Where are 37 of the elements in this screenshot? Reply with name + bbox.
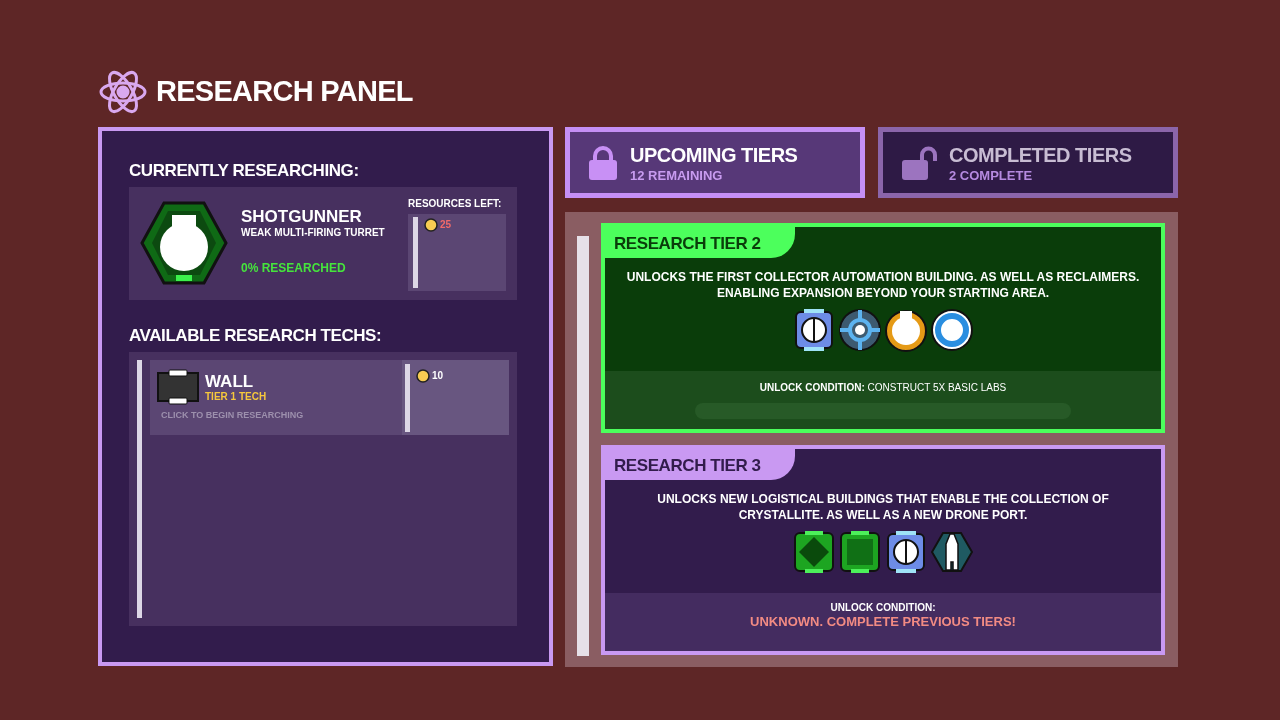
unlock-condition: UNLOCK CONDITION: CONSTRUCT 5X BASIC LABS xyxy=(759,381,1007,395)
tech-cost: 10 xyxy=(432,369,444,383)
lab-icon xyxy=(884,530,928,574)
resources-label: RESOURCES LEFT: xyxy=(408,197,503,211)
coin-icon xyxy=(416,368,430,383)
drone-port-icon xyxy=(930,530,974,574)
section-heading: CURRENTLY RESEARCHING: xyxy=(129,160,360,182)
unlock-value: UNKNOWN. COMPLETE PREVIOUS TIERS! xyxy=(750,614,1016,630)
tech-description: WEAK MULTI-FIRING TURRET xyxy=(241,227,386,239)
tier-label: TIER 1 TECH xyxy=(205,390,267,403)
scrollbar xyxy=(405,364,410,432)
panel-title: RESEARCH PANEL xyxy=(156,74,413,110)
flask-turret-icon xyxy=(884,308,928,352)
unlocked-lock-icon xyxy=(901,144,937,181)
wall-icon xyxy=(157,369,199,405)
lab-icon xyxy=(792,308,836,352)
ring-icon xyxy=(930,308,974,352)
tier-title: RESEARCH TIER 3 xyxy=(605,449,795,480)
lock-icon xyxy=(588,144,618,181)
tier-tab[interactable]: UPCOMING TIERS 12 REMAINING xyxy=(565,127,865,198)
collector-icon xyxy=(838,530,882,574)
tech-name: WALL xyxy=(205,371,255,391)
coin-icon xyxy=(424,217,438,232)
unlock-label: UNLOCK CONDITION: xyxy=(830,602,936,614)
tier-tab[interactable]: COMPLETED TIERS 2 COMPLETE xyxy=(878,127,1178,198)
tech-hint: CLICK TO BEGIN RESEARCHING xyxy=(161,409,305,422)
scrollbar xyxy=(413,217,418,288)
section-heading: AVAILABLE RESEARCH TECHS: xyxy=(129,325,383,347)
gear-icon xyxy=(838,308,882,352)
research-progress-text: 0% RESEARCHED xyxy=(241,260,347,277)
tech-row[interactable]: WALL TIER 1 TECH CLICK TO BEGIN RESEARCHING 10 xyxy=(150,360,509,435)
resource-amount: 25 xyxy=(440,218,452,232)
tier-description: UNLOCKS NEW LOGISTICAL BUILDINGS THAT ENABLE THE COLLECTION OF CRYSTALLITE. AS WELL AS A NEW DRONE PORT. xyxy=(656,491,1110,523)
tier-description: UNLOCKS THE FIRST COLLECTOR AUTOMATION BUILDING. AS WELL AS RECLAIMERS. ENABLING EXPANSION BEYOND YOUR STARTING AREA. xyxy=(625,269,1141,301)
tier-title: RESEARCH TIER 2 xyxy=(605,227,795,258)
tech-name: SHOTGUNNER xyxy=(241,207,363,227)
collector-icon xyxy=(792,530,836,574)
